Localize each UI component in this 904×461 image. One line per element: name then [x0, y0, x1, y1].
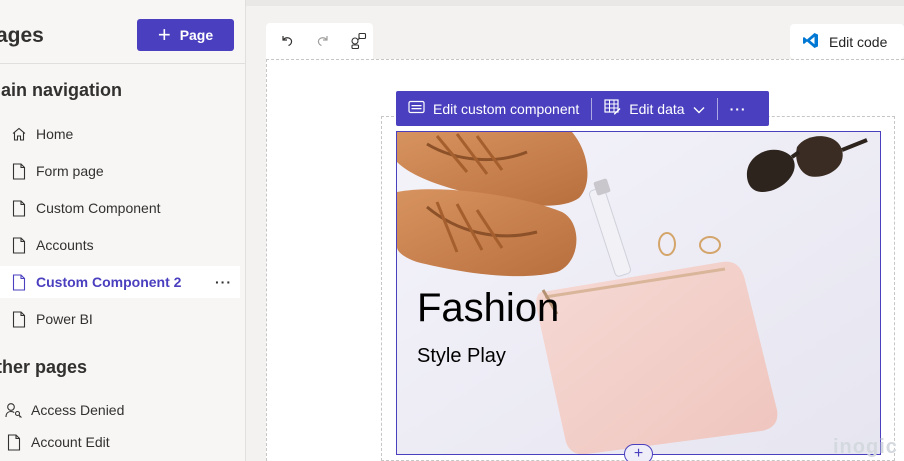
more-options-icon[interactable]: ···	[215, 274, 232, 290]
panel-divider	[0, 63, 245, 64]
page-icon	[9, 199, 29, 217]
component-toolbar: Edit custom component Edit data ···	[396, 91, 769, 126]
add-section-button[interactable]: +	[624, 444, 653, 461]
page-icon	[4, 433, 24, 451]
hero-title: Fashion	[417, 286, 560, 330]
chevron-down-icon	[693, 101, 705, 117]
nav-item-label: Power BI	[36, 311, 93, 327]
edit-code-label: Edit code	[829, 33, 888, 50]
nav-item-custom-component-2[interactable]: Custom Component 2 ···	[0, 266, 240, 298]
nav-item-home[interactable]: Home	[0, 118, 240, 150]
nav-item-label: Custom Component	[36, 200, 161, 216]
component-icon	[408, 100, 425, 117]
undo-icon[interactable]	[276, 30, 298, 52]
add-page-button[interactable]: + Page	[137, 19, 234, 51]
nav-item-access-denied[interactable]: Access Denied	[0, 394, 235, 426]
nav-item-account-edit[interactable]: Account Edit	[0, 426, 235, 458]
pages-panel-title: ages	[0, 24, 44, 47]
nav-item-label: Accounts	[36, 237, 94, 253]
edit-code-button[interactable]: Edit code	[790, 24, 904, 59]
canvas-toolbar	[266, 23, 373, 59]
vscode-icon	[802, 32, 819, 52]
edit-data-label: Edit data	[629, 100, 685, 117]
nav-item-label: Custom Component 2	[36, 274, 182, 290]
nav-item-power-bi[interactable]: Power BI	[0, 303, 240, 335]
edit-data-button[interactable]: Edit data	[592, 91, 716, 126]
page-icon	[9, 310, 29, 328]
hero-subtitle: Style Play	[417, 345, 506, 367]
watermark-logo: inogic	[833, 436, 898, 458]
redo-icon[interactable]	[312, 30, 334, 52]
nav-item-accounts[interactable]: Accounts	[0, 229, 240, 261]
component-tree-icon[interactable]	[348, 30, 370, 52]
main-navigation-heading: lain navigation	[0, 80, 123, 100]
nav-item-label: Home	[36, 126, 74, 142]
home-icon	[9, 126, 29, 142]
nav-item-custom-component[interactable]: Custom Component	[0, 192, 240, 224]
other-pages-heading: ther pages	[0, 357, 88, 377]
nav-item-label: Account Edit	[31, 434, 110, 450]
pages-panel: ages + Page lain navigation Home Form pa…	[0, 0, 246, 461]
nav-item-form-page[interactable]: Form page	[0, 155, 240, 187]
person-key-icon	[4, 402, 24, 419]
page-icon	[9, 236, 29, 254]
table-edit-icon	[604, 99, 621, 118]
page-icon	[9, 273, 29, 291]
page-icon	[9, 162, 29, 180]
nav-item-label: Access Denied	[31, 402, 125, 418]
add-page-label: Page	[179, 27, 214, 43]
hero-component[interactable]: Fashion Style Play	[396, 131, 881, 455]
plus-icon: +	[157, 22, 171, 47]
more-options-button[interactable]: ···	[718, 91, 759, 126]
edit-custom-component-button[interactable]: Edit custom component	[396, 91, 591, 126]
nav-item-label: Form page	[36, 163, 104, 179]
edit-custom-component-label: Edit custom component	[433, 100, 580, 117]
